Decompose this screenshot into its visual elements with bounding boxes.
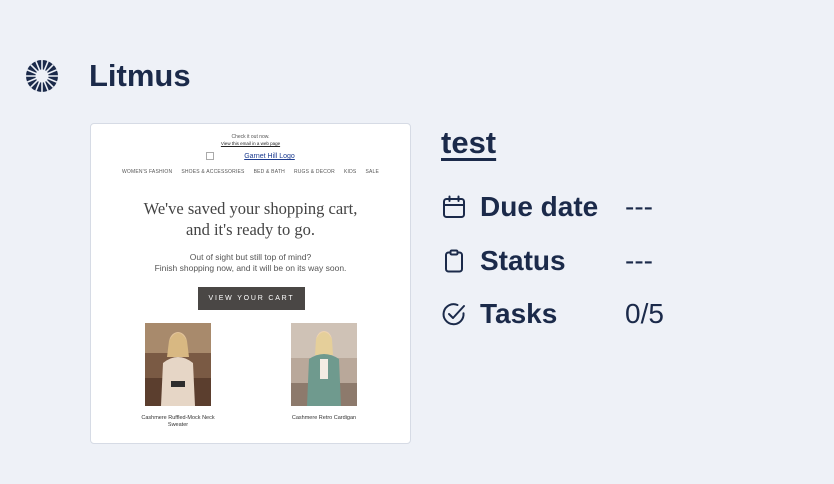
broken-image-icon <box>206 152 215 160</box>
status-row: Status --- <box>441 245 653 277</box>
tasks-label: Tasks <box>480 298 558 329</box>
product-name: Cashmere Retro Cardigan <box>291 415 357 421</box>
check-circle-icon <box>442 303 465 326</box>
product-image <box>145 323 211 406</box>
product-card: Cashmere Ruffled-Mock Neck Sweater <box>141 323 215 429</box>
email-brand-logo: Garnet Hill Logo <box>91 152 410 160</box>
tasks-row: Tasks 0/5 <box>441 298 664 330</box>
due-date-value: --- <box>625 191 653 222</box>
app-title: Litmus <box>89 58 191 93</box>
email-nav-item: WOMEN'S FASHION <box>121 169 173 175</box>
email-nav: WOMEN'S FASHION SHOES & ACCESSORIES BED … <box>91 169 410 175</box>
litmus-logo-icon <box>26 60 58 92</box>
email-top-note: Check it out now. <box>231 134 270 140</box>
email-nav-item: SALE <box>365 169 380 175</box>
email-nav-item: BED & BATH <box>253 169 285 175</box>
product-card: Cashmere Retro Cardigan <box>291 323 357 422</box>
tasks-value: 0/5 <box>625 298 664 329</box>
email-preview-thumbnail[interactable]: Check it out now. View this email in a w… <box>90 123 411 444</box>
status-value: --- <box>625 245 653 276</box>
calendar-icon <box>443 195 465 218</box>
email-nav-item: KIDS <box>343 169 357 175</box>
product-image <box>291 323 357 406</box>
email-headline: We've saved your shopping cart, and it's… <box>143 199 358 239</box>
email-subtext: Out of sight but still top of mind? Fini… <box>154 252 347 273</box>
email-web-link: View this email in a web page <box>220 141 281 146</box>
due-date-row: Due date --- <box>441 191 653 223</box>
app-header: Litmus <box>24 58 191 94</box>
task-title-link[interactable]: test <box>441 124 496 162</box>
email-nav-item: SHOES & ACCESSORIES <box>181 169 245 175</box>
product-name: Cashmere Ruffled-Mock Neck Sweater <box>141 415 215 428</box>
due-date-label: Due date <box>480 191 599 222</box>
view-cart-button: VIEW YOUR CART <box>198 287 305 310</box>
clipboard-icon <box>445 249 463 273</box>
email-nav-item: RUGS & DECOR <box>293 169 335 175</box>
status-label: Status <box>480 245 566 276</box>
